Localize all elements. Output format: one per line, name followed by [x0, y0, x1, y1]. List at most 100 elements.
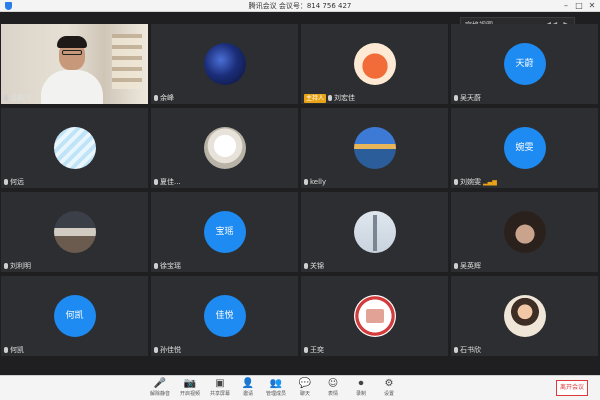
- participant-name: 石书欣: [460, 346, 481, 354]
- participant-name: kelly: [310, 178, 327, 186]
- participant-name: 孙佳悦: [160, 346, 181, 354]
- participant-namebar: 徐宝瑶: [151, 261, 184, 272]
- mic-icon: [454, 263, 458, 269]
- unmute-button[interactable]: 🎤 解除静音: [147, 377, 173, 400]
- participant-tile[interactable]: 王奕: [301, 276, 448, 356]
- participant-tile[interactable]: 余峰: [151, 24, 298, 104]
- gear-icon: ⚙: [384, 378, 394, 389]
- participant-tile[interactable]: 夏佳...: [151, 108, 298, 188]
- title-bar: 腾讯会议 会议号：814 756 427 – □ ✕: [0, 0, 600, 12]
- participant-namebar: 关锦: [301, 261, 327, 272]
- participant-namebar: 何远: [1, 177, 27, 188]
- mic-icon: [454, 95, 458, 101]
- participant-tile[interactable]: 何远: [1, 108, 148, 188]
- participant-namebar: 孙佳悦: [151, 345, 184, 356]
- invite-icon: 👤: [241, 378, 255, 389]
- participant-avatar: 婉雯: [503, 127, 546, 169]
- mic-icon: [154, 347, 158, 353]
- participant-name: 刘婉雯: [460, 178, 481, 186]
- unmute-label: 解除静音: [149, 391, 170, 397]
- participant-avatar: [353, 127, 396, 169]
- reactions-button[interactable]: ☺ 表情: [320, 377, 346, 400]
- signal-strength-icon: ▂▄▆: [483, 179, 497, 186]
- participant-name: 刘宏佳: [334, 94, 356, 102]
- participant-avatar: 何凯: [53, 295, 96, 337]
- members-icon: 👥: [269, 378, 283, 389]
- manage-members-button[interactable]: 👥 管理成员: [263, 377, 289, 400]
- record-button[interactable]: ⏺ 录制: [348, 377, 374, 400]
- participant-namebar: 石书欣: [451, 345, 484, 356]
- participant-tile[interactable]: 关锦: [301, 192, 448, 272]
- start-video-button[interactable]: 📷 开启视频: [177, 377, 203, 400]
- participant-name: 王奕: [310, 346, 324, 354]
- participant-namebar: kelly: [301, 177, 329, 188]
- reactions-label: 表情: [327, 391, 338, 397]
- microphone-muted-icon: 🎤: [153, 378, 167, 389]
- minimize-icon[interactable]: –: [560, 0, 572, 12]
- participant-avatar: [53, 211, 96, 253]
- participant-avatar: [203, 43, 246, 85]
- participant-tile[interactable]: 主持人 刘宏佳: [301, 24, 448, 104]
- meeting-toolbar: 🎤 解除静音 📷 开启视频 ▣ 共享屏幕 👤 邀请 👥 管理成员 💬 聊天 ☺ …: [0, 375, 600, 400]
- participant-avatar: [353, 211, 396, 253]
- participant-tile[interactable]: 天蔚 吴天蔚: [451, 24, 598, 104]
- participant-name: 关锦: [310, 262, 324, 270]
- mic-icon: [4, 179, 8, 185]
- participant-tile[interactable]: 吴英辉: [451, 192, 598, 272]
- mic-icon: [154, 263, 158, 269]
- mic-icon: [304, 179, 308, 185]
- participant-tile[interactable]: 婉雯 刘婉雯 ▂▄▆: [451, 108, 598, 188]
- mic-icon: [304, 347, 308, 353]
- participant-name: 何凯: [10, 346, 24, 354]
- settings-button[interactable]: ⚙ 设置: [376, 377, 402, 400]
- participant-namebar: 王奕: [301, 345, 327, 356]
- mic-icon: [4, 263, 8, 269]
- participant-name: 刘利明: [10, 262, 31, 270]
- participant-avatar: 天蔚: [503, 43, 546, 85]
- host-badge: 主持人: [304, 94, 327, 103]
- start-video-label: 开启视频: [179, 391, 200, 397]
- record-label: 录制: [355, 391, 366, 397]
- participant-tile[interactable]: 刘利明: [1, 192, 148, 272]
- participant-name: 徐宝瑶: [160, 262, 181, 270]
- manage-members-label: 管理成员: [265, 391, 286, 397]
- participant-avatar: [503, 295, 546, 337]
- participant-name: 吴天蔚: [460, 94, 481, 102]
- participant-tile[interactable]: 吕鹏飞: [1, 24, 148, 104]
- share-screen-label: 共享屏幕: [209, 391, 230, 397]
- participant-tile[interactable]: 宝瑶 徐宝瑶: [151, 192, 298, 272]
- participant-avatar: [503, 211, 546, 253]
- participant-namebar: 吴天蔚: [451, 93, 484, 104]
- settings-label: 设置: [383, 391, 394, 397]
- participant-name: 余峰: [160, 94, 174, 102]
- share-screen-button[interactable]: ▣ 共享屏幕: [207, 377, 233, 400]
- meeting-window: 腾讯会议 会议号：814 756 427 – □ ✕ 宫格视图 ◀◀ ▶ 吕鹏飞…: [0, 0, 600, 400]
- participant-tile[interactable]: 何凯 何凯: [1, 276, 148, 356]
- mic-icon: [454, 347, 458, 353]
- mic-icon: [4, 347, 8, 353]
- mic-icon: [328, 95, 333, 101]
- participant-avatar: [203, 127, 246, 169]
- participant-name: 吕鹏飞: [10, 94, 31, 102]
- mic-icon: [4, 95, 8, 101]
- participant-avatar: [353, 295, 396, 337]
- participant-namebar: 余峰: [151, 93, 177, 104]
- maximize-icon[interactable]: □: [573, 0, 585, 12]
- participant-tile[interactable]: kelly: [301, 108, 448, 188]
- leave-meeting-button[interactable]: 离开会议: [556, 380, 588, 396]
- chat-button[interactable]: 💬 聊天: [292, 377, 318, 400]
- participant-namebar: 刘婉雯 ▂▄▆: [451, 177, 500, 188]
- camera-off-icon: 📷: [183, 378, 197, 389]
- participant-tile[interactable]: 佳悦 孙佳悦: [151, 276, 298, 356]
- chat-label: 聊天: [299, 391, 310, 397]
- participant-namebar: 吴英辉: [451, 261, 484, 272]
- participant-name: 夏佳...: [160, 178, 181, 186]
- participant-avatar: 宝瑶: [203, 211, 246, 253]
- mic-icon: [454, 179, 458, 185]
- window-title: 腾讯会议 会议号：814 756 427: [248, 2, 352, 10]
- participant-video: [1, 24, 148, 104]
- participant-tile[interactable]: 石书欣: [451, 276, 598, 356]
- participant-namebar: 主持人 刘宏佳: [301, 93, 358, 104]
- invite-button[interactable]: 👤 邀请: [235, 377, 261, 400]
- close-icon[interactable]: ✕: [586, 0, 598, 12]
